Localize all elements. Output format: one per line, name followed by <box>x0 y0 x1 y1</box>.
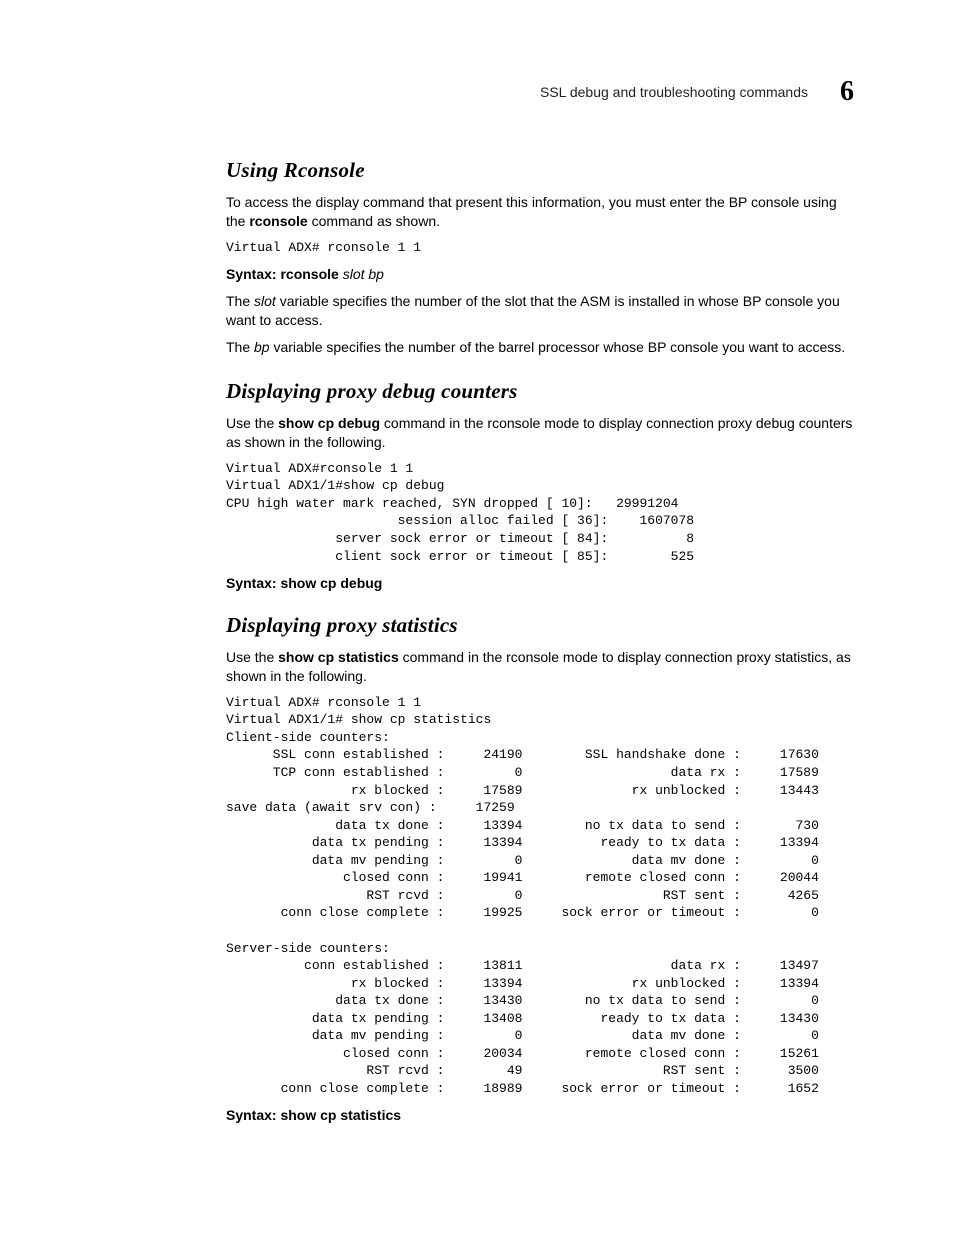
stats-intro: Use the show cp statistics command in th… <box>226 648 854 686</box>
text: The <box>226 339 254 355</box>
syntax-label: Syntax: <box>226 266 277 282</box>
syntax-command: show cp statistics <box>277 1107 401 1123</box>
syntax-command: rconsole <box>277 266 343 282</box>
variable-name: bp <box>254 339 270 355</box>
syntax-command: show cp debug <box>277 575 383 591</box>
chapter-number: 6 <box>840 76 854 108</box>
text: The <box>226 293 254 309</box>
running-title: SSL debug and troubleshooting commands <box>540 84 808 100</box>
syntax-debug: Syntax: show cp debug <box>226 575 854 591</box>
syntax-label: Syntax: <box>226 575 277 591</box>
code-block-debug: Virtual ADX#rconsole 1 1 Virtual ADX1/1#… <box>226 460 854 565</box>
code-block-rconsole: Virtual ADX# rconsole 1 1 <box>226 239 854 257</box>
text: Use the <box>226 415 278 431</box>
rconsole-slot-paragraph: The slot variable specifies the number o… <box>226 292 854 330</box>
section-heading-stats: Displaying proxy statistics <box>226 613 854 638</box>
rconsole-intro: To access the display command that prese… <box>226 193 854 231</box>
variable-name: slot <box>254 293 276 309</box>
section-heading-debug: Displaying proxy debug counters <box>226 379 854 404</box>
debug-intro: Use the show cp debug command in the rco… <box>226 414 854 452</box>
text: command as shown. <box>308 213 440 229</box>
text: variable specifies the number of the bar… <box>270 339 846 355</box>
command-name: show cp statistics <box>278 649 399 665</box>
command-name: rconsole <box>249 213 307 229</box>
command-name: show cp debug <box>278 415 380 431</box>
syntax-stats: Syntax: show cp statistics <box>226 1107 854 1123</box>
code-block-stats: Virtual ADX# rconsole 1 1 Virtual ADX1/1… <box>226 694 854 1098</box>
running-header: SSL debug and troubleshooting commands 6 <box>226 76 854 108</box>
rconsole-bp-paragraph: The bp variable specifies the number of … <box>226 338 854 357</box>
syntax-label: Syntax: <box>226 1107 277 1123</box>
section-heading-rconsole: Using Rconsole <box>226 158 854 183</box>
text: variable specifies the number of the slo… <box>226 293 840 328</box>
syntax-args: slot bp <box>343 266 384 282</box>
syntax-rconsole: Syntax: rconsole slot bp <box>226 266 854 282</box>
page: SSL debug and troubleshooting commands 6… <box>0 0 954 1235</box>
text: Use the <box>226 649 278 665</box>
